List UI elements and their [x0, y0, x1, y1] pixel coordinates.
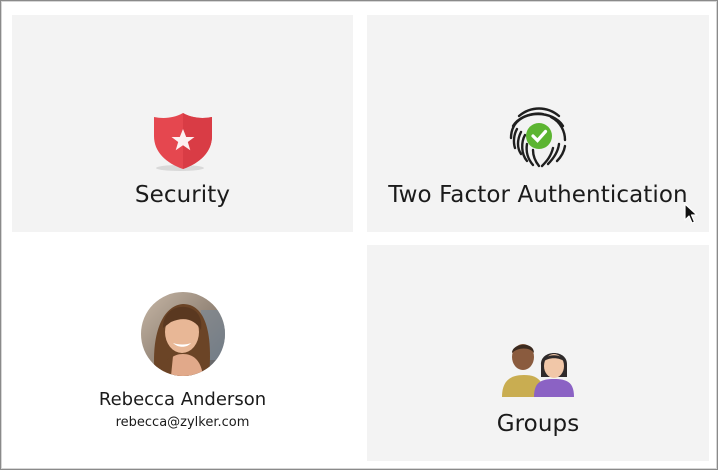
- two-factor-tile[interactable]: Two Factor Authentication: [367, 15, 709, 232]
- fingerprint-check-icon: [505, 104, 571, 174]
- profile-card: Rebecca Anderson rebecca@zylker.com: [12, 245, 353, 461]
- security-tile[interactable]: Security: [12, 15, 353, 232]
- shield-star-icon: [150, 110, 216, 176]
- avatar[interactable]: [140, 292, 225, 376]
- app-window: Security Two Factor Authentication Rebec…: [0, 0, 718, 470]
- profile-email: rebecca@zylker.com: [115, 415, 250, 430]
- groups-title: Groups: [496, 411, 580, 437]
- groups-tile[interactable]: Groups: [367, 245, 709, 461]
- arrow-pointer-icon: [684, 203, 698, 225]
- two-factor-title: Two Factor Authentication: [388, 182, 688, 208]
- security-title: Security: [134, 182, 231, 208]
- group-people-icon: [498, 335, 578, 403]
- profile-name: Rebecca Anderson: [98, 389, 267, 410]
